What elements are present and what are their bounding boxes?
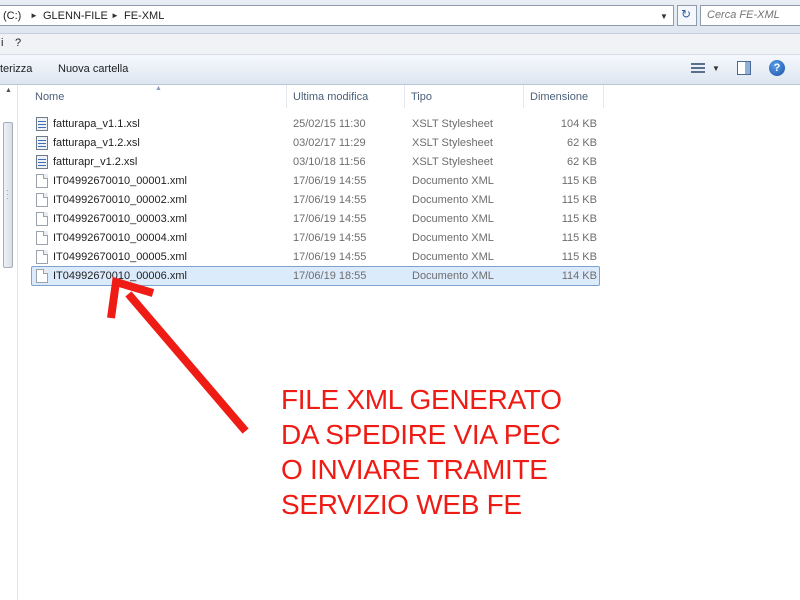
file-type: Documento XML <box>412 232 494 244</box>
xsl-stylesheet-icon <box>36 136 48 150</box>
organize-button[interactable]: terizza <box>0 63 32 75</box>
file-row[interactable]: fatturapa_v1.1.xsl 25/02/15 11:30 XSLT S… <box>31 115 600 134</box>
file-size: 115 KB <box>561 194 597 206</box>
file-modified: 17/06/19 14:55 <box>293 232 367 244</box>
grip-icon: · · · <box>6 186 9 203</box>
xsl-stylesheet-icon <box>36 155 48 169</box>
file-modified: 17/06/19 14:55 <box>293 251 367 263</box>
address-bar[interactable]: (C:) ► GLENN-FILE ► FE-XML ▼ <box>0 5 674 26</box>
file-row[interactable]: fatturapa_v1.2.xsl 03/02/17 11:29 XSLT S… <box>31 134 600 153</box>
file-name: IT04992670010_00003.xml <box>53 213 187 225</box>
file-size: 62 KB <box>567 137 597 149</box>
file-row[interactable]: IT04992670010_00002.xml 17/06/19 14:55 D… <box>31 191 600 210</box>
file-name: IT04992670010_00005.xml <box>53 251 187 263</box>
file-size: 115 KB <box>561 213 597 225</box>
chevron-right-icon[interactable]: ► <box>30 11 38 20</box>
file-type: XSLT Stylesheet <box>412 156 493 168</box>
breadcrumb-fe-xml[interactable]: FE-XML <box>124 10 164 22</box>
scrollbar-thumb[interactable]: · · · <box>3 122 13 268</box>
file-modified: 17/06/19 18:55 <box>293 270 367 282</box>
xml-document-icon <box>36 174 48 188</box>
file-row[interactable]: fatturapr_v1.2.xsl 03/10/18 11:56 XSLT S… <box>31 153 600 172</box>
preview-pane-icon[interactable] <box>737 61 751 75</box>
file-modified: 03/02/17 11:29 <box>293 137 366 149</box>
file-modified: 17/06/19 14:55 <box>293 213 367 225</box>
command-bar: terizza Nuova cartella ▼ ? <box>0 55 800 85</box>
file-type: Documento XML <box>412 213 494 225</box>
file-modified: 25/02/15 11:30 <box>293 118 366 130</box>
breadcrumb-glenn-file[interactable]: GLENN-FILE <box>43 10 108 22</box>
file-name: IT04992670010_00001.xml <box>53 175 187 187</box>
column-header-label: Ultima modifica <box>293 91 369 103</box>
chevron-down-icon[interactable]: ▼ <box>660 12 668 21</box>
xml-document-icon <box>36 212 48 226</box>
menu-item-help[interactable]: ? <box>15 37 21 49</box>
file-row[interactable]: IT04992670010_00005.xml 17/06/19 14:55 D… <box>31 248 600 267</box>
xml-document-icon <box>36 193 48 207</box>
xml-document-icon <box>36 231 48 245</box>
scroll-up-arrow-icon[interactable]: ▲ <box>5 87 12 94</box>
address-bar-row: (C:) ► GLENN-FILE ► FE-XML ▼ ↻ <box>0 0 800 34</box>
column-header-label: Nome <box>35 91 65 103</box>
refresh-icon: ↻ <box>681 7 692 21</box>
file-row[interactable]: IT04992670010_00004.xml 17/06/19 14:55 D… <box>31 229 600 248</box>
xml-document-icon <box>36 250 48 264</box>
file-name: fatturapr_v1.2.xsl <box>53 156 138 168</box>
search-input[interactable] <box>707 8 795 22</box>
file-modified: 17/06/19 14:55 <box>293 175 367 187</box>
file-size: 115 KB <box>561 175 597 187</box>
xml-document-icon <box>36 269 48 283</box>
menu-item-tools[interactable]: i <box>1 37 3 49</box>
file-size: 115 KB <box>561 232 597 244</box>
file-name: IT04992670010_00002.xml <box>53 194 187 206</box>
chevron-down-icon[interactable]: ▼ <box>712 64 720 73</box>
navigation-pane: ▲ · · · <box>0 85 18 600</box>
file-name: fatturapa_v1.1.xsl <box>53 118 140 130</box>
arrow-shaft <box>125 291 249 434</box>
change-view-icon[interactable] <box>691 62 705 75</box>
file-name: IT04992670010_00004.xml <box>53 232 187 244</box>
column-header-label: Dimensione <box>530 91 589 103</box>
file-size: 114 KB <box>561 270 597 282</box>
arrow-head <box>107 276 155 319</box>
file-size: 104 KB <box>560 118 597 130</box>
file-type: Documento XML <box>412 175 494 187</box>
file-modified: 03/10/18 11:56 <box>293 156 366 168</box>
column-header-modified[interactable]: Ultima modifica <box>287 85 405 108</box>
menu-bar: i ? <box>0 34 800 55</box>
file-type: XSLT Stylesheet <box>412 118 493 130</box>
chevron-right-icon[interactable]: ► <box>111 11 119 20</box>
file-size: 115 KB <box>561 251 597 263</box>
column-header-label: Tipo <box>411 91 432 103</box>
annotation-line: SERVIZIO WEB FE <box>281 489 522 520</box>
file-name: IT04992670010_00006.xml <box>53 270 187 282</box>
file-type: Documento XML <box>412 270 494 282</box>
xsl-stylesheet-icon <box>36 117 48 131</box>
annotation-line: DA SPEDIRE VIA PEC <box>281 419 561 450</box>
breadcrumb-drive[interactable]: (C:) <box>3 10 21 22</box>
file-row[interactable]: IT04992670010_00001.xml 17/06/19 14:55 D… <box>31 172 600 191</box>
file-type: Documento XML <box>412 251 494 263</box>
file-type: Documento XML <box>412 194 494 206</box>
column-header-type[interactable]: Tipo <box>405 85 524 108</box>
refresh-button[interactable]: ↻ <box>677 5 697 26</box>
file-size: 62 KB <box>567 156 597 168</box>
file-modified: 17/06/19 14:55 <box>293 194 367 206</box>
new-folder-button[interactable]: Nuova cartella <box>58 63 128 75</box>
file-row-selected[interactable]: IT04992670010_00006.xml 17/06/19 18:55 D… <box>31 266 600 286</box>
file-row[interactable]: IT04992670010_00003.xml 17/06/19 14:55 D… <box>31 210 600 229</box>
column-header-size[interactable]: Dimensione <box>524 85 604 108</box>
help-icon[interactable]: ? <box>769 60 785 76</box>
file-name: fatturapa_v1.2.xsl <box>53 137 140 149</box>
search-box[interactable] <box>700 5 800 26</box>
annotation-line: O INVIARE TRAMITE <box>281 454 548 485</box>
file-type: XSLT Stylesheet <box>412 137 493 149</box>
sort-ascending-icon: ▲ <box>155 85 162 92</box>
annotation-text: FILE XML GENERATO DA SPEDIRE VIA PEC O I… <box>281 382 601 522</box>
annotation-line: FILE XML GENERATO <box>281 384 562 415</box>
